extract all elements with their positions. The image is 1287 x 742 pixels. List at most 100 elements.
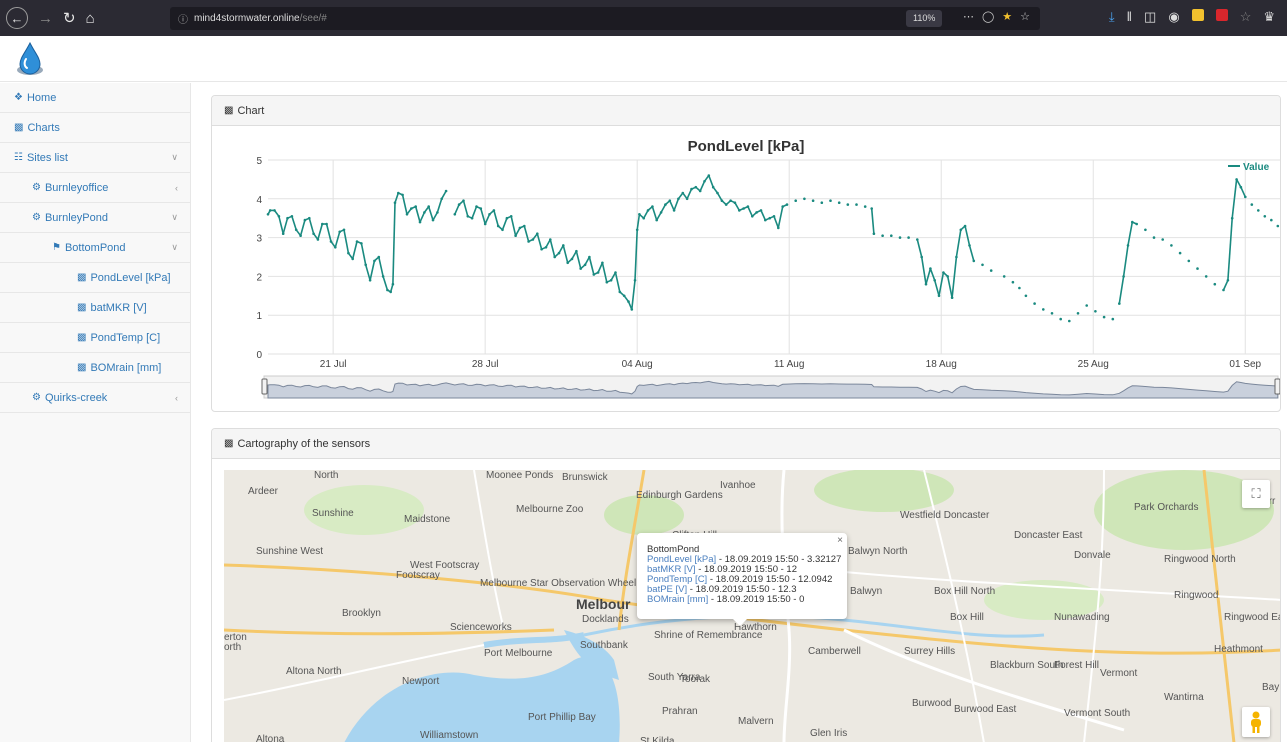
sidebar-item-burnleyoffice[interactable]: ⚙ Burnleyoffice ‹ [0,173,190,203]
pondlevel-chart[interactable]: PondLevel [kPa] 0 1 2 3 4 5 21 Jul 28 Jul 04 Aug 1… [212,126,1280,412]
sidebar-item-burnleypond[interactable]: ⚙ BurnleyPond ∨ [0,203,190,233]
map-place-label: Glen Iris [810,728,848,739]
forward-icon[interactable]: → [38,10,53,27]
series-segment [601,262,608,283]
bar-chart-icon: ▩ [224,105,234,116]
series-segment [870,208,875,234]
map-place-label: Balwyn [850,586,883,597]
chevron-left-icon: ‹ [175,392,178,403]
bar-chart-icon: ▩ [14,122,24,133]
series-segment [691,186,697,190]
series-segment [360,243,367,265]
sidebar-item-bottompond[interactable]: ⚑ BottomPond ∨ [0,233,190,263]
map-place-label: Ringwood North [1164,554,1236,565]
home-icon[interactable]: ⌂ [86,10,95,27]
notes-extension-icon[interactable] [1191,9,1204,21]
legend-label[interactable]: Value [1243,162,1270,173]
library-icon[interactable]: ‖ [1127,9,1132,25]
data-point [1144,228,1147,232]
close-icon[interactable]: × [837,536,843,546]
fullscreen-icon[interactable]: ⛶ [1242,480,1270,508]
sidebar-item-quirks-creek[interactable]: ⚙ Quirks-creek ‹ [0,383,190,413]
series-segment [510,216,517,236]
data-point [811,199,815,202]
sidebar-item-sites-list[interactable]: ☷ Sites list ∨ [0,143,190,173]
data-point [1152,236,1156,239]
series-segment [549,239,556,258]
download-icon[interactable]: ⤓ [1109,9,1115,25]
data-point [855,203,858,206]
series-segment [916,239,923,258]
data-point [1085,304,1088,307]
street-view-pegman-icon[interactable] [1242,707,1270,737]
series-segment [401,194,408,215]
reload-icon[interactable]: ↻ [63,9,76,27]
series-segment [394,192,400,203]
adblock-icon[interactable] [1215,9,1228,21]
bookmark-star-icon[interactable]: ☆ [1020,10,1030,23]
series-segment [299,219,306,236]
sensor-map[interactable]: North Ardeer Sunshine Maidstone Moonee Ponds… [224,470,1280,742]
menu-icon[interactable]: ☆ [1240,9,1252,25]
map-place-label: Vermont [1100,668,1138,679]
navigator-right-handle[interactable] [1274,378,1280,395]
popup-sensor-name[interactable]: BOMrain [mm] [647,594,708,605]
series-segment [1131,221,1138,225]
map-panel: ▩ Cartography of the sensors North Ardee… [211,428,1281,742]
sidebar-item-label: PondLevel [kPa] [90,271,171,284]
series-segment [725,200,732,206]
map-place-label: Sunshine [312,508,354,519]
sidebar-item-batmkr[interactable]: ▩ batMKR [V] [0,293,190,323]
series-segment [347,252,354,260]
chevron-left-icon: ‹ [175,182,178,193]
sidebar-item-bomrain[interactable]: ▩ BOMrain [mm] [0,353,190,383]
series-segment [562,245,569,263]
series-segment [558,245,564,254]
series-segment [933,280,940,297]
sidebar-item-pondlevel[interactable]: ▩ PondLevel [kPa] [0,263,190,293]
back-icon[interactable]: ← [6,7,28,29]
series-segment [773,216,780,229]
browser-nav: ← → ↻ ⌂ [0,7,170,29]
chart-panel-header: ▩ Chart [212,96,1280,126]
series-segment [356,240,362,245]
data-point [890,234,893,237]
sidebar-item-home[interactable]: ❖ Home [0,83,190,113]
series-segment [541,246,547,250]
x-tick-label: 21 Jul [320,359,347,370]
sidebar-icon[interactable]: ◫ [1144,9,1156,25]
series-segment [291,216,297,231]
info-icon[interactable]: ⓘ [178,11,188,26]
series-segment [738,207,744,212]
zoom-level[interactable]: 110% [906,10,943,27]
water-drop-logo-icon[interactable] [14,41,46,77]
series-segment [651,206,658,221]
data-point [981,263,984,267]
navigator-left-handle[interactable] [261,378,268,395]
data-point [863,205,867,208]
sidebar-item-pondtemp[interactable]: ▩ PondTemp [C] [0,323,190,353]
x-tick-label: 18 Aug [926,359,957,370]
puzzle-icon[interactable]: ♛ [1263,9,1275,25]
sidebar-item-charts[interactable]: ▩ Charts [0,113,190,143]
account-icon[interactable]: ◉ [1168,9,1179,25]
map-place-label: Altona North [286,666,342,677]
map-panel-title: Cartography of the sensors [237,437,371,450]
data-point [1011,280,1015,284]
series-segment [593,271,599,276]
map-place-label: Camberwell [808,646,861,657]
series-segment [423,206,430,213]
series-segment [716,192,723,202]
data-point [1187,259,1191,263]
series-segment [606,279,612,283]
address-bar[interactable]: ⓘ mind4stormwater.online/see/# 110% ⋯ ◯ … [170,7,1040,30]
data-point [1018,286,1021,290]
series-segment [476,205,482,210]
extension-icon[interactable]: ★ [1002,10,1012,23]
pocket-icon[interactable]: ◯ [982,10,994,23]
more-actions-icon[interactable]: ⋯ [963,10,974,23]
data-point [1068,319,1071,323]
series-segment [920,256,927,285]
map-place-label: Altona [256,734,285,742]
series-segment [414,206,421,223]
